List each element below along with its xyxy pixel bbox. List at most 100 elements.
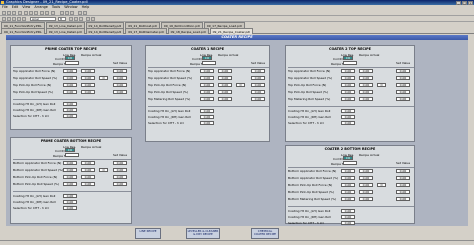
- minimize-button[interactable]: _: [456, 0, 461, 5]
- param-label: Top Pick-Up Roll Speed (%): [288, 90, 329, 94]
- recipe-value-input[interactable]: 0.00: [81, 181, 95, 186]
- close-button[interactable]: ×: [468, 0, 473, 5]
- recipe-value-input[interactable]: 0.00: [359, 189, 373, 194]
- open-icon[interactable]: [7, 11, 11, 15]
- recipe-value-input[interactable]: 0.00: [218, 75, 232, 80]
- coating-value[interactable]: 0.00: [63, 193, 77, 198]
- recipe-value-input[interactable]: 0.00: [359, 82, 373, 87]
- coating-value[interactable]: 0.00: [341, 120, 355, 125]
- act-value: 0.00: [396, 175, 410, 180]
- ellipse-icon[interactable]: [17, 17, 21, 21]
- download-arrow-icon[interactable]: ⇒: [99, 76, 108, 80]
- recipe-no-input[interactable]: [65, 61, 79, 65]
- download-arrow-icon[interactable]: ⇒: [377, 183, 386, 187]
- recipe-value-input[interactable]: 0.00: [359, 96, 373, 101]
- new-icon[interactable]: [2, 11, 6, 15]
- align-left-icon[interactable]: [60, 11, 64, 15]
- line-recipe-button[interactable]: LINE RECIPE: [135, 228, 161, 239]
- download-arrow-icon[interactable]: ⇒: [236, 83, 245, 87]
- chemical-coater-recipe-button[interactable]: CHEMICAL COATER RECIPE: [251, 228, 279, 239]
- print-icon[interactable]: [18, 11, 22, 15]
- act-value: 0.00: [113, 89, 127, 94]
- rectangle-icon[interactable]: [12, 17, 16, 21]
- recipe-value-input[interactable]: 0.00: [218, 68, 232, 73]
- italic-icon[interactable]: [74, 17, 78, 21]
- set-value-header: Set Value: [113, 61, 128, 65]
- coating-value[interactable]: 0.00: [63, 199, 77, 204]
- coating-value[interactable]: 0.00: [200, 114, 214, 119]
- coating-value[interactable]: 0.00: [63, 113, 77, 118]
- recipe-value-input[interactable]: 0.00: [218, 89, 232, 94]
- recipe-value-input[interactable]: 0.00: [359, 168, 373, 173]
- underline-icon[interactable]: [79, 17, 83, 21]
- select-icon[interactable]: [2, 17, 6, 21]
- recipe-value-input[interactable]: 0.00: [81, 174, 95, 179]
- download-arrow-icon[interactable]: ⇒: [377, 83, 386, 87]
- tab-recipe-load-2[interactable]: 09_18_Recipe_Load.pdl: [167, 28, 209, 34]
- coating-value[interactable]: 0.00: [200, 120, 214, 125]
- recipe-value-input[interactable]: 0.00: [81, 82, 95, 87]
- low-res-value: 0.00: [63, 68, 77, 73]
- maximize-button[interactable]: □: [462, 0, 467, 5]
- coil-id-value: CO: [65, 148, 75, 152]
- coating-value[interactable]: 0.00: [341, 114, 355, 119]
- font-name-select[interactable]: Arial: [30, 17, 56, 21]
- coating-label: Coating Ht On_(LH) Gen Roll: [148, 109, 191, 113]
- recipe-value-input[interactable]: 0.00: [81, 89, 95, 94]
- tab-line-detail-2[interactable]: 09_13_Line_Detail.pdl: [45, 28, 85, 34]
- grid-icon[interactable]: [83, 11, 87, 15]
- tab-roll-density-2[interactable]: 09_14_RollDensity.pdl: [85, 28, 125, 34]
- low-res-value: 0.00: [63, 75, 77, 80]
- zoom-icon[interactable]: [51, 11, 55, 15]
- fill-color-icon[interactable]: [86, 17, 90, 21]
- low-res-value: 0.00: [63, 167, 77, 172]
- recipe-value-input[interactable]: 0.00: [359, 196, 373, 201]
- recipe-value-input[interactable]: 0.00: [218, 96, 232, 101]
- recipe-value-input[interactable]: 0.00: [81, 75, 95, 80]
- undo-icon[interactable]: [40, 11, 44, 15]
- recipe-value-input[interactable]: 0.00: [359, 68, 373, 73]
- coil-id-label: Coil ID: [55, 149, 65, 153]
- tab-recipe-coater[interactable]: 09_21_Recipe_Coater.pdl: [209, 28, 254, 34]
- param-label: Top Applicator Roll Speed (%): [13, 76, 58, 80]
- font-size-select[interactable]: 8: [58, 17, 66, 21]
- recipe-value-input[interactable]: 0.00: [359, 175, 373, 180]
- copy-icon[interactable]: [29, 11, 33, 15]
- coating-value[interactable]: 0.00: [341, 214, 355, 219]
- recipe-no-input[interactable]: [202, 61, 216, 65]
- line-color-icon[interactable]: [91, 17, 95, 21]
- panel-title: PRIME COATER TOP RECIPE: [45, 47, 97, 51]
- recipe-value-input[interactable]: 0.00: [81, 167, 95, 172]
- color-palette-icon[interactable]: [78, 11, 82, 15]
- coating-value[interactable]: 0.00: [341, 208, 355, 213]
- set-value-header: Set Value: [396, 161, 411, 165]
- bold-icon[interactable]: [69, 17, 73, 21]
- redo-icon[interactable]: [45, 11, 49, 15]
- recipe-value-input[interactable]: 0.00: [218, 82, 232, 87]
- recipe-no-input[interactable]: [65, 153, 79, 157]
- text-icon[interactable]: [22, 17, 26, 21]
- align-center-icon[interactable]: [65, 11, 69, 15]
- coating-value[interactable]: 0.00: [63, 205, 77, 210]
- leveller-cleaner-dry-recipe-button[interactable]: LEVELLER & CLEANER & DRY RECIPE: [186, 228, 220, 239]
- cut-icon[interactable]: [24, 11, 28, 15]
- tab-roll-diameter-2[interactable]: 09_17_RollDiameter.pdl: [125, 28, 167, 34]
- save-icon[interactable]: [12, 11, 16, 15]
- download-arrow-icon[interactable]: ⇒: [99, 168, 108, 172]
- recipe-value-input[interactable]: 0.00: [81, 68, 95, 73]
- coating-value[interactable]: 0.00: [200, 108, 214, 113]
- coating-value[interactable]: 0.00: [63, 101, 77, 106]
- align-right-icon[interactable]: [70, 11, 74, 15]
- coating-value[interactable]: 0.00: [341, 220, 355, 225]
- paste-icon[interactable]: [34, 11, 38, 15]
- recipe-value-input[interactable]: 0.00: [359, 89, 373, 94]
- recipe-value-input[interactable]: 0.00: [359, 75, 373, 80]
- line-icon[interactable]: [7, 17, 11, 21]
- recipe-value-input[interactable]: 0.00: [81, 160, 95, 165]
- tab-function-entry-2[interactable]: 09_11_FunctionEntry.PDL: [1, 28, 45, 34]
- recipe-no-input[interactable]: [343, 161, 357, 165]
- coating-value[interactable]: 0.00: [341, 108, 355, 113]
- recipe-no-input[interactable]: [343, 61, 357, 65]
- recipe-value-input[interactable]: 0.00: [359, 182, 373, 187]
- coating-value[interactable]: 0.00: [63, 107, 77, 112]
